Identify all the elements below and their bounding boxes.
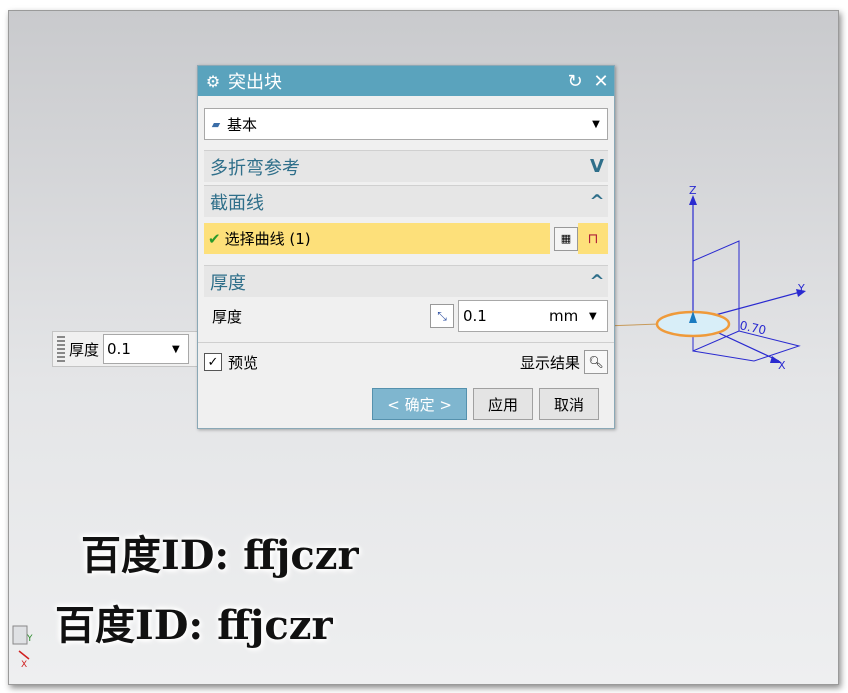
x-axis-label: X	[778, 359, 786, 372]
drag-handle[interactable]	[57, 336, 65, 362]
floating-thickness-input[interactable]: 0.1 ▼	[103, 334, 190, 364]
expand-icon[interactable]: V	[586, 156, 608, 177]
dimension-text: 0.70	[738, 318, 767, 337]
thickness-input[interactable]: 0.1 mm ▼	[458, 300, 608, 332]
preview-row: ✓ 预览 显示结果 🔍︎	[204, 347, 608, 377]
divider	[198, 342, 614, 343]
floating-thickness-label: 厚度	[69, 340, 100, 359]
collapse-icon[interactable]: ^	[586, 271, 608, 292]
preview-checkbox[interactable]: ✓	[204, 353, 222, 371]
section-multibend-header[interactable]: 多折弯参考 V	[204, 150, 608, 182]
select-curve-label: 选择曲线 (1)	[224, 230, 311, 248]
preview-label: 预览	[228, 353, 259, 372]
thickness-field-label: 厚度	[212, 307, 243, 326]
gear-icon[interactable]: ⚙	[198, 72, 228, 91]
triad-x-label: X	[21, 660, 27, 670]
thickness-value: 0.1	[463, 307, 487, 325]
type-combo[interactable]: ▰ 基本 ▼	[204, 108, 608, 140]
curve-select-icon[interactable]: ⊓	[578, 223, 608, 254]
show-result-label: 显示结果	[519, 353, 580, 372]
view-triad-icon	[12, 625, 28, 645]
collapse-icon[interactable]: ^	[586, 191, 608, 212]
close-icon[interactable]: ✕	[588, 71, 614, 92]
type-combo-value: 基本	[227, 115, 258, 134]
tab-dialog: ⚙ 突出块 ↻ ✕ ▰ 基本 ▼ 多折弯参考 V 截面线 ^ ✔ 选择曲线 (1…	[197, 65, 615, 429]
cancel-button[interactable]: 取消	[538, 388, 599, 420]
section-thickness-label: 厚度	[210, 272, 246, 294]
select-curve-field[interactable]: ✔ 选择曲线 (1)	[204, 223, 550, 254]
watermark-1: 百度ID: ffjczr	[81, 532, 359, 579]
sketch-section-icon[interactable]: ▦	[554, 226, 578, 251]
dialog-titlebar[interactable]: ⚙ 突出块 ↻ ✕	[198, 66, 614, 96]
reverse-direction-icon[interactable]: ⤡	[430, 304, 454, 328]
apply-button[interactable]: 应用	[472, 388, 533, 420]
select-curve-row[interactable]: ✔ 选择曲线 (1) ▦ ⊓	[204, 223, 608, 254]
button-row: < 确定 > 应用 取消	[372, 388, 599, 420]
triad-y-label: Y	[26, 634, 33, 644]
chevron-down-icon[interactable]: ▼	[589, 311, 607, 322]
chevron-down-icon[interactable]: ▼	[172, 344, 188, 355]
magnifier-icon[interactable]: 🔍︎	[584, 350, 608, 374]
check-icon: ✔	[208, 229, 221, 248]
graphics-window[interactable]: Z Y X 0.70 X Y 厚度 0.1 ▼ ⚙ 突出块 ↻ ✕ ▰ 基本 ▼…	[8, 10, 839, 685]
dialog-title: 突出块	[228, 72, 282, 93]
z-axis-label: Z	[689, 184, 697, 197]
reset-icon[interactable]: ↻	[562, 71, 588, 92]
watermark-2: 百度ID: ffjczr	[55, 602, 333, 649]
y-axis-label: Y	[797, 282, 805, 295]
chevron-down-icon[interactable]: ▼	[585, 119, 607, 130]
sheet-icon: ▰	[211, 117, 221, 131]
section-thickness-header[interactable]: 厚度 ^	[204, 265, 608, 297]
thickness-row: 厚度 ⤡ 0.1 mm ▼	[204, 300, 608, 332]
section-line-label: 截面线	[210, 192, 264, 214]
section-multibend-label: 多折弯参考	[210, 157, 300, 179]
section-line-header[interactable]: 截面线 ^	[204, 185, 608, 217]
floating-thickness-toolbar: 厚度 0.1 ▼	[52, 331, 198, 367]
thickness-unit: mm	[549, 307, 579, 325]
ok-button[interactable]: < 确定 >	[372, 388, 467, 420]
floating-thickness-value: 0.1	[107, 340, 131, 358]
